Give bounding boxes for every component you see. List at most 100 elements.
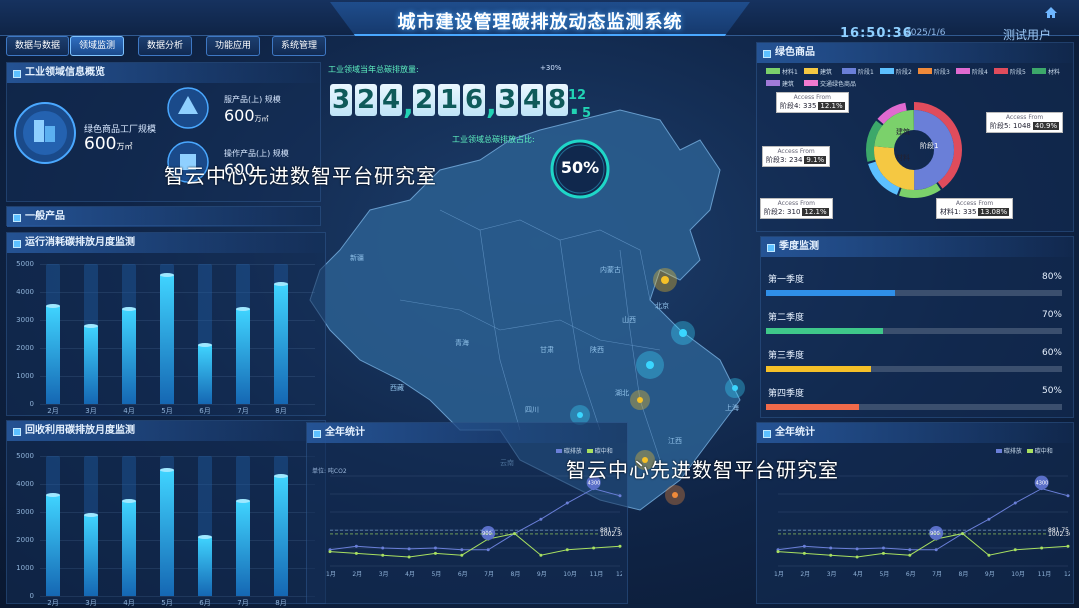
bar[interactable] — [46, 306, 60, 404]
series-point — [881, 546, 885, 550]
bar-cap — [122, 306, 136, 311]
x-tick: 11月 — [1038, 571, 1052, 578]
series-point — [1066, 544, 1070, 548]
map-label-jiangxi: 江西 — [668, 437, 682, 445]
legend-swatch[interactable] — [804, 80, 818, 86]
line-right-title: 全年统计 — [757, 423, 1073, 443]
legend-label[interactable]: 建筑 — [820, 67, 832, 76]
item1-value: 600万㎡ — [224, 106, 269, 125]
counter-digit: 8 — [546, 84, 568, 116]
general-product-title: 一般产品 — [7, 207, 320, 227]
legend-swatch[interactable] — [918, 68, 932, 74]
bar[interactable] — [122, 308, 136, 404]
quarter-fill — [766, 404, 859, 410]
y-tick: 5000 — [16, 260, 34, 268]
series-point — [776, 550, 780, 554]
legend-swatch[interactable] — [880, 68, 894, 74]
donut-inner-label-2: 材料 — [896, 153, 910, 162]
bar-cap — [84, 512, 98, 517]
bar[interactable] — [274, 283, 288, 404]
counter-digit: 4 — [521, 84, 543, 116]
series-point — [961, 532, 965, 536]
nav-data-analysis[interactable]: 数据分析 — [138, 36, 193, 56]
legend-label[interactable]: 材料1 — [782, 67, 798, 76]
bar[interactable] — [122, 500, 136, 596]
series-point — [565, 501, 569, 505]
nav-data[interactable]: 数据与数据 — [6, 36, 70, 56]
legend-swatch[interactable] — [766, 80, 780, 86]
bar-chart-1-title: 运行消耗碳排放月度监测 — [7, 233, 325, 253]
legend-label[interactable]: 阶段3 — [934, 67, 950, 76]
y-tick: 0 — [29, 592, 34, 600]
bar-chart-2-title: 回收利用碳排放月度监测 — [7, 421, 325, 441]
bar[interactable] — [160, 470, 174, 596]
nav-domain-monitor[interactable]: 领域监测 — [70, 36, 125, 56]
legend-swatch[interactable] — [804, 68, 818, 74]
counter-decimal: 12 — [568, 88, 587, 103]
y-tick: 1000 — [16, 564, 34, 572]
x-tick: 12月 — [616, 571, 622, 578]
x-tick: 11月 — [590, 571, 604, 578]
bar[interactable] — [84, 514, 98, 596]
x-tick: 6月 — [906, 571, 916, 578]
legend-label[interactable]: 建筑 — [782, 79, 794, 88]
bar[interactable] — [46, 495, 60, 596]
home-icon[interactable] — [1044, 6, 1058, 19]
counter-digit: 6 — [463, 84, 485, 116]
bar[interactable] — [198, 537, 212, 596]
map-label-shaanxi: 陕西 — [590, 345, 604, 354]
map-label-hubei: 湖北 — [615, 388, 629, 397]
series-line — [777, 533, 1069, 558]
gridline — [40, 404, 315, 405]
series-point — [802, 551, 806, 555]
series-point — [433, 551, 437, 555]
legend-label[interactable]: 阶段5 — [1010, 67, 1026, 76]
x-tick: 3月 — [827, 571, 837, 578]
legend-swatch[interactable] — [1032, 68, 1046, 74]
bar[interactable] — [84, 325, 98, 404]
series-point — [565, 548, 569, 552]
legend-swatch[interactable] — [766, 68, 780, 74]
map-label-gansu: 甘肃 — [540, 345, 554, 354]
x-tick: 7月 — [237, 407, 249, 415]
series-point — [908, 553, 912, 557]
series-point — [328, 550, 332, 554]
counter-decimal2: 5 — [582, 106, 592, 121]
factory-icon — [14, 102, 76, 164]
series-point — [987, 553, 991, 557]
legend-swatch[interactable] — [994, 68, 1008, 74]
x-tick: 8月 — [959, 571, 969, 578]
legend-label[interactable]: 材料 — [1048, 67, 1060, 76]
x-tick: 1月 — [774, 571, 784, 578]
legend-label[interactable]: 阶段2 — [896, 67, 912, 76]
legend-swatch[interactable] — [956, 68, 970, 74]
legend-label[interactable]: 阶段4 — [972, 67, 988, 76]
series-point — [381, 546, 385, 550]
bar[interactable] — [160, 275, 174, 404]
x-tick: 12月 — [1064, 571, 1070, 578]
series-point — [592, 546, 596, 550]
x-tick: 5月 — [161, 599, 173, 607]
bar[interactable] — [236, 308, 250, 404]
bar[interactable] — [274, 475, 288, 596]
quarter-value: 80% — [1041, 272, 1062, 282]
legend-label[interactable]: 交通绿色商品 — [820, 79, 856, 88]
legend-swatch[interactable] — [842, 68, 856, 74]
x-tick: 5月 — [431, 571, 441, 578]
bar[interactable] — [236, 500, 250, 596]
product-icon — [167, 87, 209, 129]
mark-line-label: 881.75 — [1048, 527, 1069, 534]
donut-inner-label-3: 阶段1 — [920, 141, 938, 150]
series-point — [486, 548, 490, 552]
quarter-fill — [766, 290, 895, 296]
nav-function[interactable]: 功能应用 — [206, 36, 261, 56]
map-label-tibet: 西藏 — [390, 383, 404, 392]
quarter-label: 第一季度 — [768, 275, 805, 285]
legend-label[interactable]: 阶段1 — [858, 67, 874, 76]
user-name[interactable]: 测试用户 — [1003, 26, 1051, 43]
x-tick: 2月 — [800, 571, 810, 578]
y-tick: 3000 — [16, 316, 34, 324]
bar[interactable] — [198, 345, 212, 404]
nav-system[interactable]: 系统管理 — [272, 36, 327, 56]
map-label-qinghai: 青海 — [455, 338, 469, 347]
